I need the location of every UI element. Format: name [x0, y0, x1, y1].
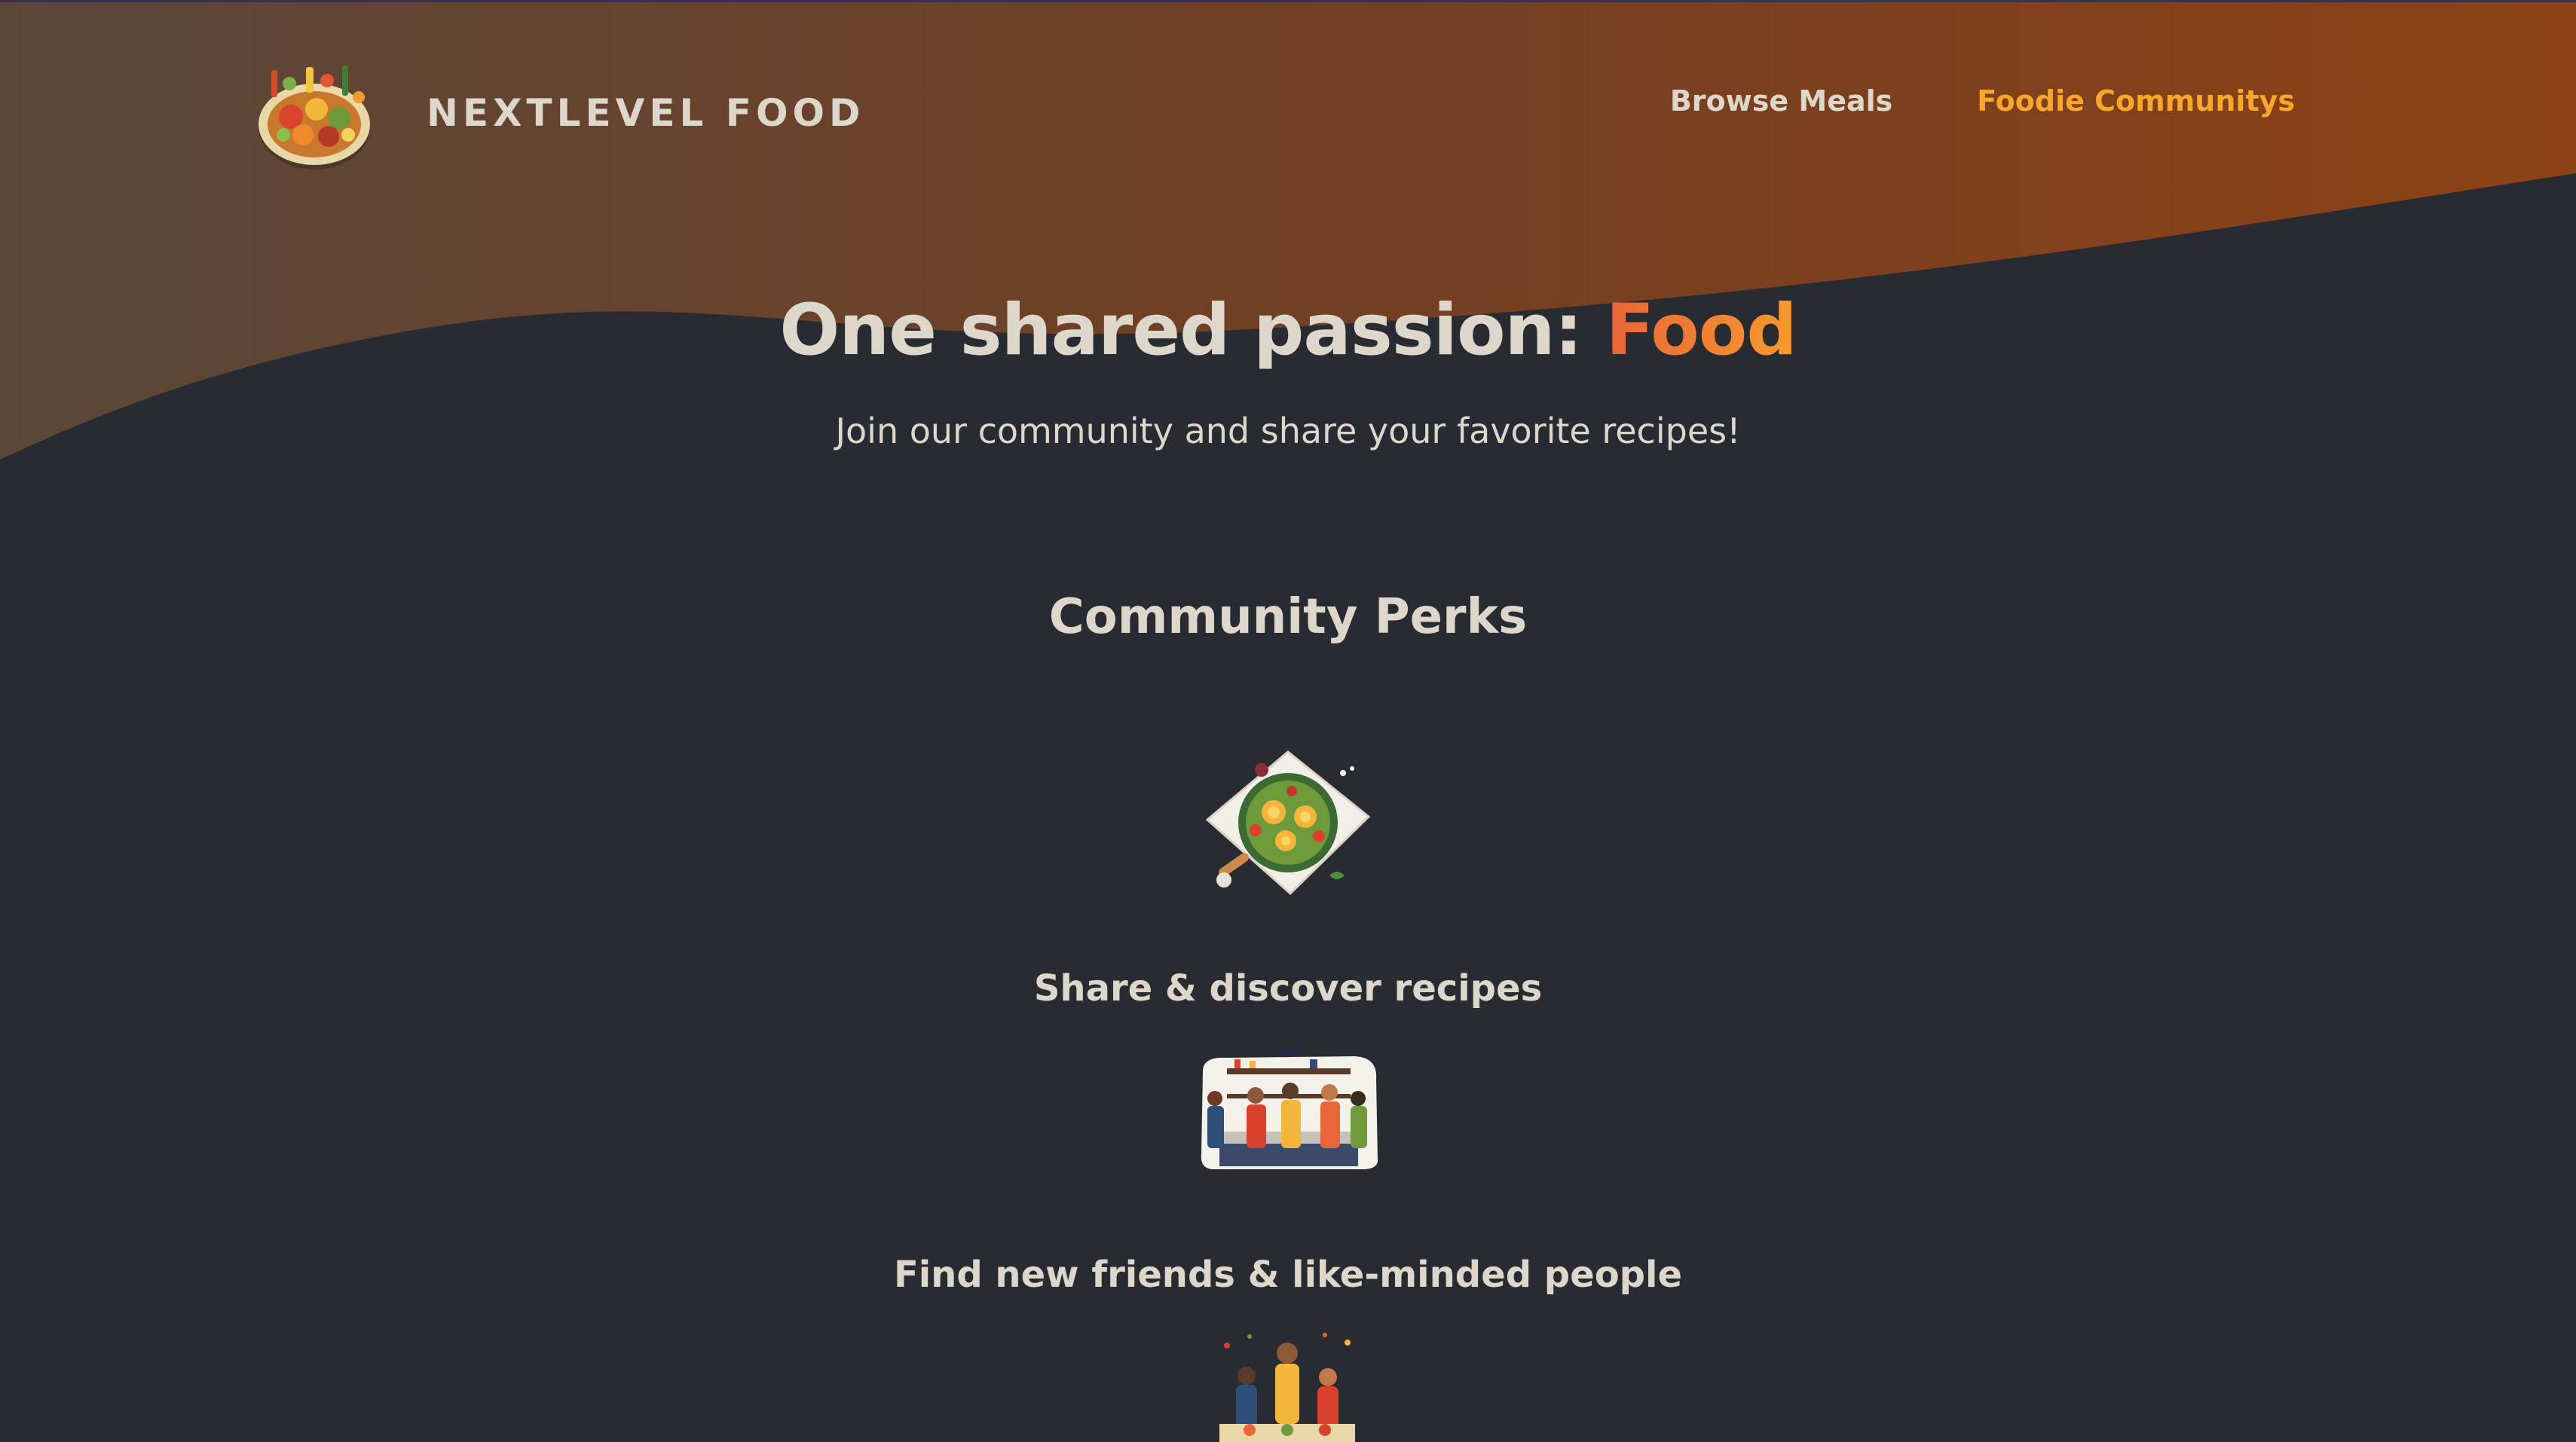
- main-nav: Browse Meals Foodie Communitys: [1670, 84, 2295, 118]
- nav-foodie-communitys[interactable]: Foodie Communitys: [1977, 84, 2295, 118]
- hero-title-accent: Food: [1605, 289, 1797, 371]
- recipe-dish-illustration-icon: [1205, 750, 1371, 896]
- hero-section: One shared passion: Food Join our commun…: [0, 289, 2576, 451]
- hero-title-main: One shared passion:: [779, 289, 1606, 371]
- perk-label-find-friends: Find new friends & like-minded people: [893, 1254, 1683, 1296]
- logo-text: NEXTLEVEL FOOD: [427, 91, 865, 135]
- cooking-event-illustration-icon: [1219, 1333, 1355, 1442]
- perk-label-share-recipes: Share & discover recipes: [1033, 967, 1543, 1010]
- logo-link[interactable]: NEXTLEVEL FOOD: [253, 53, 864, 173]
- page: NEXTLEVEL FOOD Browse Meals Foodie Commu…: [0, 0, 2576, 1442]
- kitchen-friends-illustration-icon: [1201, 1049, 1378, 1169]
- hero-title: One shared passion: Food: [0, 289, 2576, 371]
- hero-subtitle: Join our community and share your favori…: [835, 411, 1741, 451]
- nav-browse-meals[interactable]: Browse Meals: [1670, 84, 1892, 118]
- perks-title: Community Perks: [1048, 589, 1528, 645]
- food-platter-logo-icon: [259, 66, 370, 170]
- site-header: NEXTLEVEL FOOD Browse Meals Foodie Commu…: [0, 0, 2576, 226]
